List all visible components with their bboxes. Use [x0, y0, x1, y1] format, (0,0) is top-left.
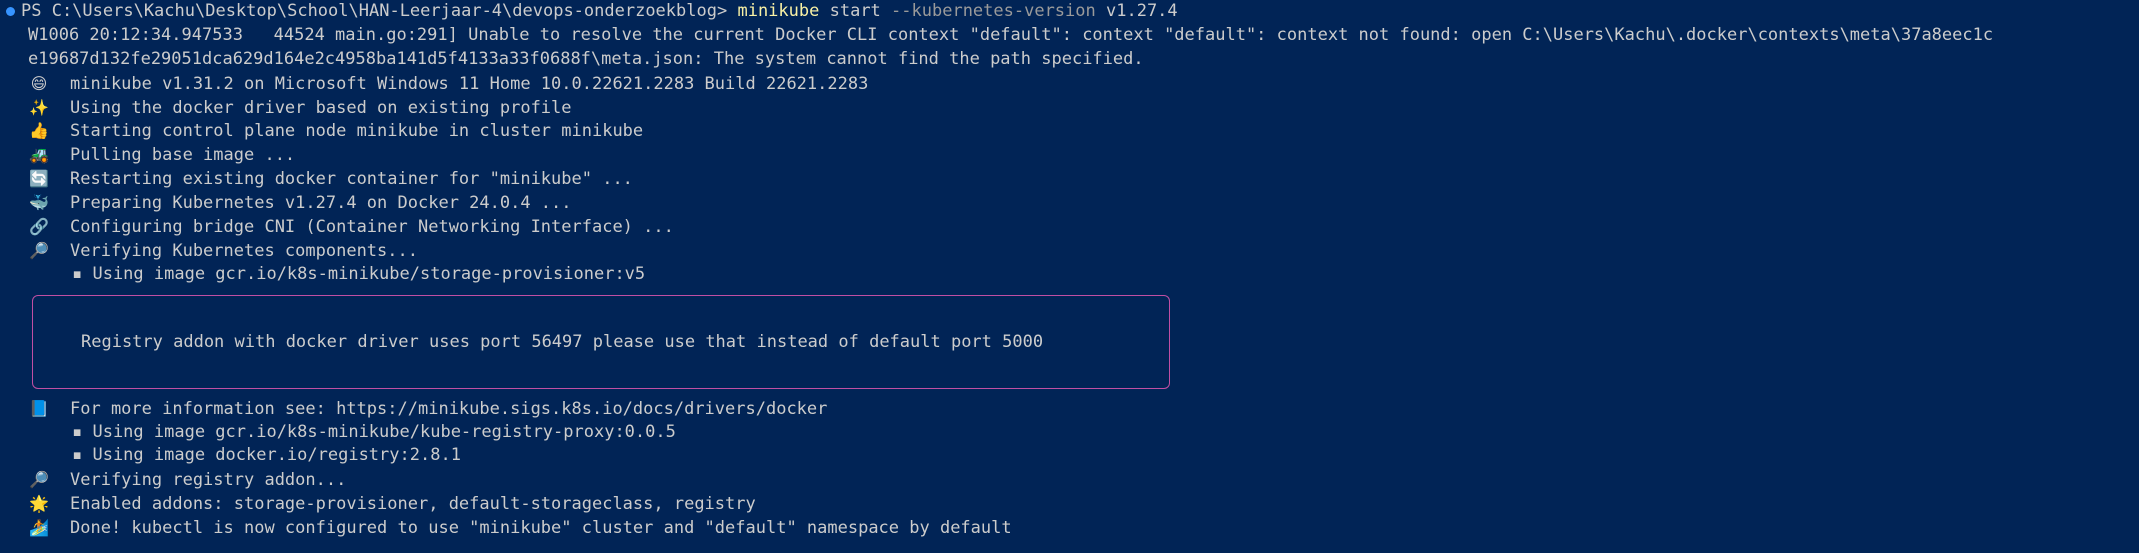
command-name: minikube	[737, 1, 820, 21]
restart-icon: 🔄	[29, 169, 49, 189]
using-image-registry-proxy: ▪ Using image gcr.io/k8s-minikube/kube-r…	[72, 421, 676, 442]
output-line: 🔗 Configuring bridge CNI (Container Netwo…	[6, 215, 2139, 239]
whale-icon: 🐳	[29, 193, 49, 213]
output-line: 🌟 Enabled addons: storage-provisioner, de…	[6, 492, 2139, 516]
output-text: Starting control plane node minikube in …	[70, 121, 644, 142]
magnifier-icon: 🔎	[29, 470, 49, 490]
command-version: v1.27.4	[1106, 1, 1178, 21]
output-line: 🔎 Verifying Kubernetes components...	[6, 239, 2139, 263]
output-text: Verifying registry addon...	[70, 470, 347, 491]
prompt-status-icon	[6, 6, 15, 16]
output-line: 🚜 Pulling base image ...	[6, 143, 2139, 167]
output-text: Done! kubectl is now configured to use "…	[70, 518, 1012, 539]
output-text: Verifying Kubernetes components...	[70, 240, 418, 261]
output-line: 🔄 Restarting existing docker container fo…	[6, 167, 2139, 191]
output-line: 👍 Starting control plane node minikube in…	[6, 119, 2139, 143]
link-icon: 🔗	[29, 217, 49, 237]
surfer-icon: 🏄	[29, 518, 49, 538]
warning-line-2: e19687d132fe29051dca629d164e2c4958ba141d…	[28, 48, 1144, 69]
book-icon: 📘	[29, 398, 49, 418]
output-line: 🔎 Verifying registry addon...	[6, 468, 2139, 492]
magnifier-icon: 🔎	[29, 240, 49, 260]
warning-line-1: W1006 20:12:34.947533 44524 main.go:291]…	[28, 24, 1994, 45]
command-flag: --kubernetes-version	[891, 1, 1096, 21]
output-text: Configuring bridge CNI (Container Networ…	[70, 217, 674, 238]
prompt-line: PS C:\Users\Kachu\Desktop\School\HAN-Lee…	[6, 0, 2139, 24]
output-text: minikube v1.31.2 on Microsoft Windows 11…	[70, 73, 869, 94]
output-line: 🏄 Done! kubectl is now configured to use …	[6, 516, 2139, 540]
output-text: Preparing Kubernetes v1.27.4 on Docker 2…	[70, 193, 572, 214]
output-text: Restarting existing docker container for…	[70, 169, 633, 190]
using-image-storage-provisioner: ▪ Using image gcr.io/k8s-minikube/storag…	[72, 263, 646, 284]
star-icon: 🌟	[29, 494, 49, 514]
using-image-registry: ▪ Using image docker.io/registry:2.8.1	[72, 445, 461, 466]
registry-port-notice-box: Registry addon with docker driver uses p…	[32, 294, 1170, 389]
prompt-prefix: PS C:\Users\Kachu\Desktop\School\HAN-Lee…	[21, 1, 728, 21]
output-line: 📘 For more information see: https://minik…	[6, 397, 2139, 421]
sparkles-icon: ✨	[29, 97, 49, 117]
tractor-icon: 🚜	[29, 145, 49, 165]
output-text: For more information see: https://miniku…	[70, 398, 828, 419]
output-text: Enabled addons: storage-provisioner, def…	[70, 494, 756, 515]
terminal[interactable]: PS C:\Users\Kachu\Desktop\School\HAN-Lee…	[0, 0, 2139, 553]
command-arg: start	[829, 1, 881, 21]
thumbs-up-icon: 👍	[29, 121, 49, 141]
output-line: ✨ Using the docker driver based on existi…	[6, 96, 2139, 120]
registry-port-notice-text: Registry addon with docker driver uses p…	[81, 331, 1044, 352]
output-text: Pulling base image ...	[70, 145, 296, 166]
output-text: Using the docker driver based on existin…	[70, 97, 572, 118]
smile-icon: 😄	[30, 73, 48, 93]
output-line: 😄 minikube v1.31.2 on Microsoft Windows 1…	[6, 72, 2139, 96]
output-line: 🐳 Preparing Kubernetes v1.27.4 on Docker …	[6, 191, 2139, 215]
